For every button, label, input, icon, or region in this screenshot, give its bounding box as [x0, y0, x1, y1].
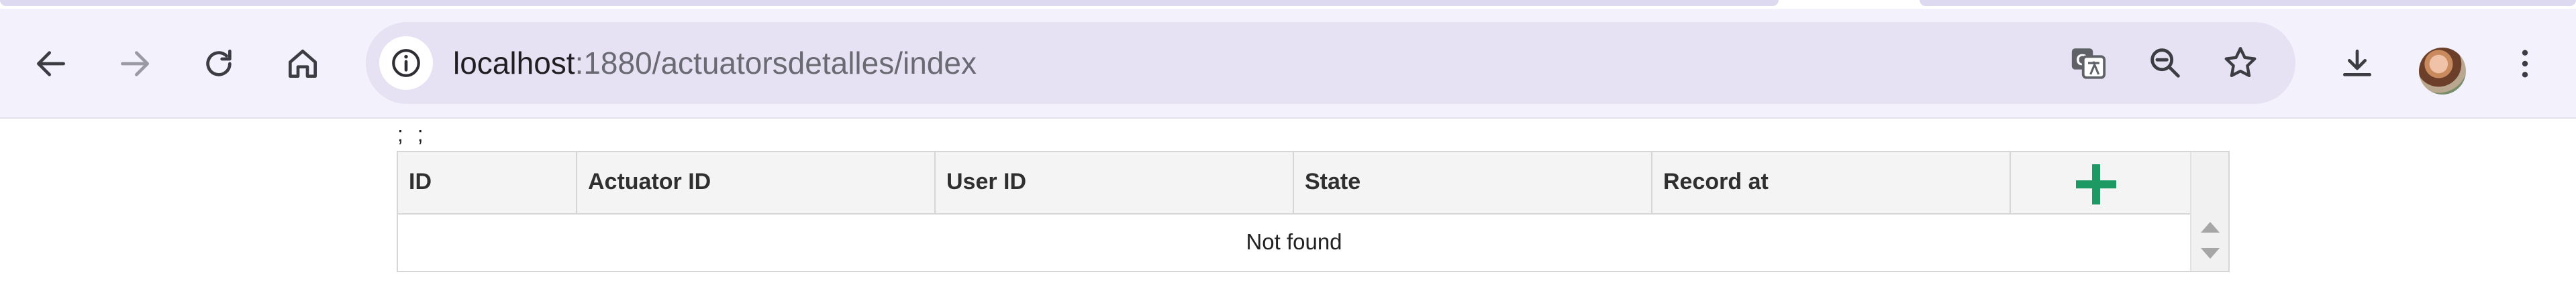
column-header-label: State — [1305, 169, 1361, 194]
home-button[interactable] — [276, 37, 330, 91]
back-button[interactable] — [24, 37, 78, 91]
translate-button[interactable]: G — [2061, 36, 2115, 90]
site-info-icon — [392, 49, 420, 77]
data-grid: ID Actuator ID User ID State Record at N… — [397, 151, 2230, 272]
column-header-label: Actuator ID — [588, 169, 711, 194]
bookmark-button[interactable] — [2214, 36, 2267, 90]
download-icon — [2343, 50, 2371, 76]
bookmark-star-icon — [2224, 47, 2257, 78]
vertical-scrollbar[interactable] — [2190, 152, 2228, 271]
zoom-out-icon — [2150, 48, 2180, 78]
reload-button[interactable] — [192, 37, 246, 91]
tab-background — [0, 0, 1779, 6]
column-header-user-id[interactable]: User ID — [936, 152, 1294, 213]
column-header-state[interactable]: State — [1294, 152, 1652, 213]
scroll-up-arrow-icon[interactable] — [2201, 222, 2220, 233]
zoom-button[interactable] — [2138, 36, 2192, 90]
url-path: :1880/actuatorsdetalles/index — [575, 46, 977, 80]
translate-icon: G — [2071, 48, 2106, 79]
more-menu-button[interactable] — [2498, 37, 2552, 91]
column-header-label: User ID — [946, 169, 1027, 194]
url-text[interactable]: localhost:1880/actuatorsdetalles/index — [453, 45, 977, 81]
forward-icon — [121, 51, 150, 76]
site-info-button[interactable] — [379, 36, 433, 90]
page-top-text: ; ; — [397, 122, 428, 146]
browser-toolbar: localhost:1880/actuatorsdetalles/index G — [0, 9, 2576, 119]
empty-table-message: Not found — [398, 213, 2190, 271]
back-icon — [37, 51, 65, 76]
column-header-label: Record at — [1663, 169, 1769, 194]
column-header-actuator-id[interactable]: Actuator ID — [577, 152, 936, 213]
home-icon — [289, 50, 317, 78]
column-header-record-at[interactable]: Record at — [1652, 152, 2011, 213]
profile-avatar[interactable] — [2419, 48, 2466, 95]
downloads-button[interactable] — [2330, 37, 2384, 91]
address-bar[interactable]: localhost:1880/actuatorsdetalles/index G — [366, 22, 2295, 104]
forward-button[interactable] — [108, 37, 162, 91]
tab-background — [1920, 0, 2576, 6]
reload-icon — [206, 50, 232, 76]
add-record-button[interactable] — [2073, 162, 2119, 207]
url-host: localhost — [453, 46, 575, 80]
scroll-down-arrow-icon[interactable] — [2201, 248, 2220, 259]
column-header-label: ID — [409, 169, 432, 194]
tab-strip — [0, 0, 2576, 9]
table-header: ID Actuator ID User ID State Record at — [398, 152, 2190, 215]
empty-message-text: Not found — [1246, 229, 1342, 254]
column-header-id[interactable]: ID — [398, 152, 577, 213]
more-menu-icon — [2522, 50, 2528, 78]
